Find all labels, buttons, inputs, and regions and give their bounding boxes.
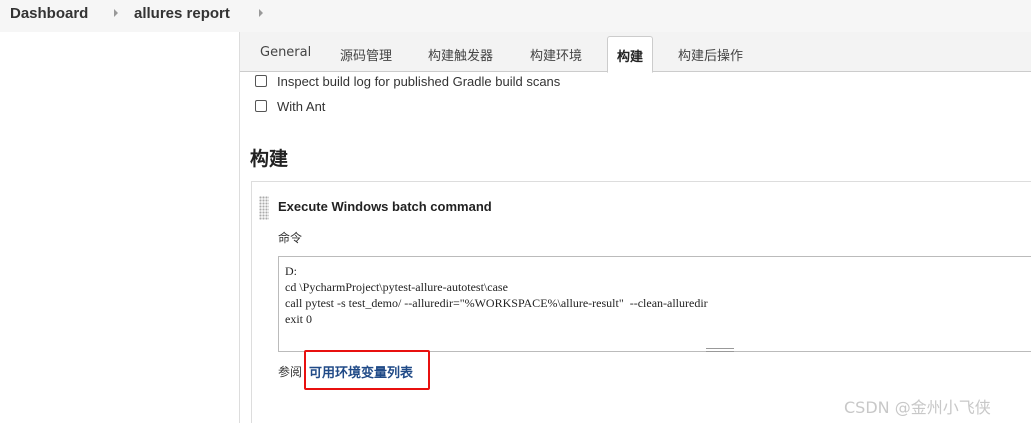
tab-build-environment[interactable]: 构建环境 [530,45,582,64]
chevron-right-icon[interactable] [259,9,263,17]
gradle-scans-checkbox[interactable] [255,75,267,87]
config-content: Inspect build log for published Gradle b… [241,73,1031,423]
breadcrumb-dashboard-link[interactable]: Dashboard [10,5,88,22]
gradle-scans-label[interactable]: Inspect build log for published Gradle b… [277,74,560,89]
tab-general[interactable]: General [260,45,311,60]
watermark: CSDN @金州小飞侠 [844,398,991,417]
highlight-annotation-box [304,350,430,390]
breadcrumb: Dashboard allures report [0,0,1031,32]
tab-build-triggers[interactable]: 构建触发器 [428,45,493,64]
tab-build[interactable]: 构建 [607,36,654,73]
build-step-title: Execute Windows batch command [278,199,492,214]
side-panel [0,32,240,423]
build-section-title: 构建 [250,148,289,170]
command-label: 命令 [278,231,303,245]
command-textarea[interactable]: D: cd \PycharmProject\pytest-allure-auto… [278,256,1031,352]
config-tabs: General 源码管理 构建触发器 构建环境 构建 构建后操作 [240,32,1031,73]
tab-post-build-actions[interactable]: 构建后操作 [678,45,743,64]
build-step-windows-batch: Execute Windows batch command 命令 D: cd \… [251,181,1031,423]
see-also-label: 参阅 [278,365,303,379]
textarea-resize-handle[interactable] [706,348,734,352]
chevron-right-icon[interactable] [114,9,118,17]
with-ant-checkbox[interactable] [255,100,267,112]
drag-handle-icon[interactable] [259,196,269,220]
with-ant-label[interactable]: With Ant [277,99,325,114]
breadcrumb-job-link[interactable]: allures report [134,5,230,22]
tab-source-code[interactable]: 源码管理 [340,45,392,64]
